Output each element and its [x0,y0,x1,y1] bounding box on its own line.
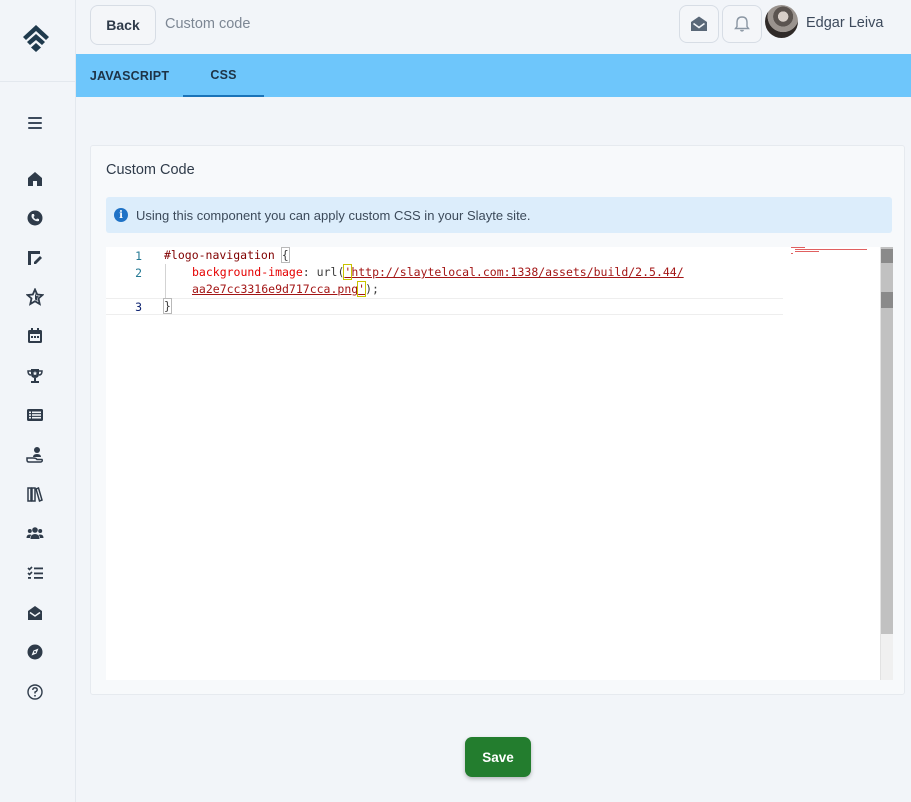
line-number: 3 [135,300,142,314]
tab-javascript[interactable]: JAVASCRIPT [76,54,183,97]
home-icon[interactable] [25,169,45,189]
info-alert: i Using this component you can apply cus… [106,197,892,233]
current-line-highlight [106,298,783,315]
minimap[interactable] [791,247,881,259]
indent-guide [165,264,166,298]
menu-icon[interactable] [28,117,42,131]
url-string-part1: http://slaytelocal.com:1338/assets/build… [351,265,684,279]
checklist-icon[interactable] [25,563,45,583]
bell-icon [734,16,750,32]
help-icon[interactable] [25,682,45,702]
custom-code-card: Custom Code i Using this component you c… [90,145,905,695]
close-paren: ) [365,282,373,296]
code-line-1[interactable]: #logo-navigation { [164,247,290,264]
phone-icon[interactable] [25,208,45,228]
css-selector: #logo-navigation [164,248,275,262]
calendar-icon[interactable] [25,326,45,346]
compass-icon[interactable] [25,642,45,662]
page-title: Custom code [165,16,251,32]
logo-divider [0,81,76,82]
open-brace: { [280,247,290,263]
back-button[interactable]: Back [90,5,156,45]
inbox-button[interactable] [679,5,719,43]
info-icon: i [114,208,128,222]
code-line-3[interactable]: } [163,298,172,315]
edit-icon[interactable] [25,248,45,268]
list-icon[interactable] [25,405,45,425]
semicolon: ; [372,282,379,296]
card-title: Custom Code [106,162,195,178]
scrollbar-marker [881,292,893,308]
user-hand-icon[interactable] [25,445,45,465]
line-number: 2 [135,266,142,280]
notifications-button[interactable] [722,5,762,43]
line-gutter: 1 2 3 [106,247,162,680]
tabs-bar: JAVASCRIPT CSS [76,54,911,97]
close-brace: } [163,298,172,314]
sidebar [0,0,76,802]
user-name[interactable]: Edgar Leiva [806,15,883,31]
code-editor[interactable]: 1 2 3 #logo-navigation { background-imag… [106,247,893,680]
mail-open-icon[interactable] [25,603,45,623]
colon: : [302,265,310,279]
scrollbar-marker [881,249,893,263]
code-line-2[interactable]: background-image: url('http://slayteloca… [192,264,684,281]
tab-css[interactable]: CSS [183,54,264,97]
css-property: background-image [192,265,303,279]
library-icon[interactable] [25,484,45,504]
info-text: Using this component you can apply custo… [136,207,531,223]
css-function: url [316,265,338,279]
avatar[interactable] [765,5,798,38]
code-line-2-wrap[interactable]: aa2e7cc3316e9d717cca.png'); [192,281,379,298]
users-icon[interactable] [25,523,45,543]
trophy-icon[interactable] [25,366,45,386]
star-icon[interactable] [25,287,45,307]
save-button[interactable]: Save [465,737,531,777]
logo-icon[interactable] [21,23,51,55]
line-number: 1 [135,249,142,263]
url-string-part2: aa2e7cc3316e9d717cca.png [192,282,359,296]
mail-open-icon [691,16,707,31]
